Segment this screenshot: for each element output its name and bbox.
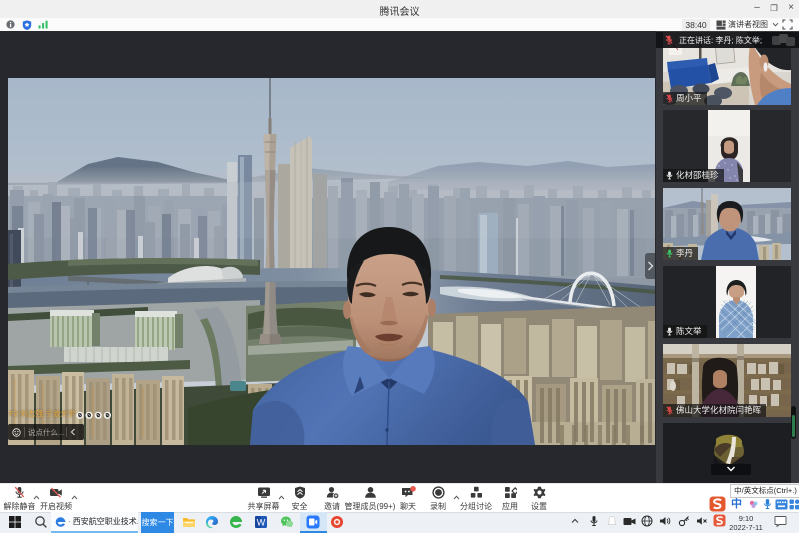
- svg-text:W: W: [257, 517, 266, 527]
